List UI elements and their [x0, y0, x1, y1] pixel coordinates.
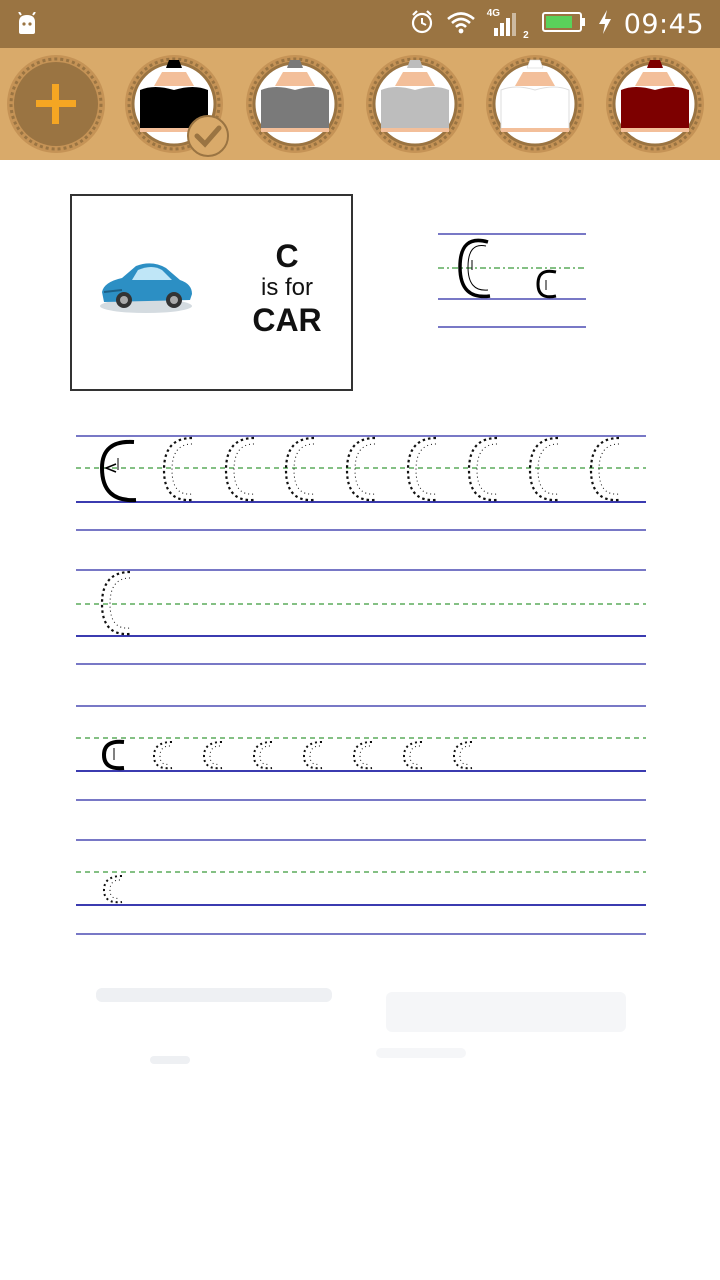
pencil-black-button[interactable] [124, 54, 229, 157]
faint-mark [376, 1048, 466, 1058]
card-is-for: is for [260, 274, 313, 301]
status-bar: 4G 2 09:45 [0, 0, 720, 48]
card-letter: C [275, 238, 299, 274]
add-button[interactable] [6, 54, 106, 154]
model-letter-uppercase [99, 439, 137, 503]
charging-icon [598, 9, 612, 39]
tracing-rows[interactable] [76, 416, 648, 961]
wifi-icon [446, 10, 476, 39]
pencil-light-gray-button[interactable] [365, 54, 465, 154]
faint-mark [386, 992, 626, 1032]
model-letter-lowercase [101, 739, 125, 771]
battery-icon [541, 11, 586, 38]
android-icon [16, 11, 38, 41]
pencil-dark-gray-button[interactable] [245, 54, 345, 154]
tracing-worksheet[interactable]: C is for CAR [0, 160, 720, 1280]
signal-icon: 4G 2 [487, 8, 529, 41]
faint-mark [150, 1056, 190, 1064]
alarm-icon [410, 9, 434, 40]
letter-guide [438, 232, 588, 337]
pencil-dark-red-button[interactable] [605, 54, 705, 154]
letter-card: C is for CAR [70, 194, 353, 391]
color-toolbar [0, 48, 720, 160]
card-word: CAR [252, 302, 322, 338]
clock-time: 09:45 [623, 8, 704, 40]
pencil-white-button[interactable] [485, 54, 585, 154]
car-illustration [96, 256, 196, 321]
sim-slot-label: 2 [523, 30, 529, 41]
faint-mark [96, 988, 332, 1002]
